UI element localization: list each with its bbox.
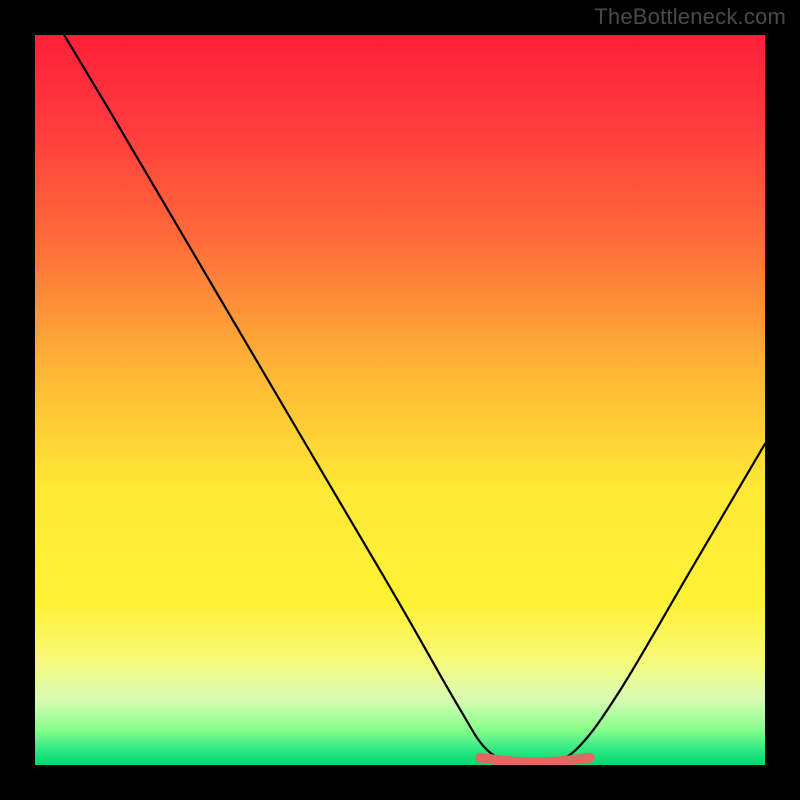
watermark-text: TheBottleneck.com xyxy=(594,4,786,30)
plot-area xyxy=(35,35,765,765)
gradient-background xyxy=(35,35,765,765)
chart-svg xyxy=(35,35,765,765)
chart-container: TheBottleneck.com xyxy=(0,0,800,800)
red-plateau-marker-line xyxy=(480,758,590,763)
